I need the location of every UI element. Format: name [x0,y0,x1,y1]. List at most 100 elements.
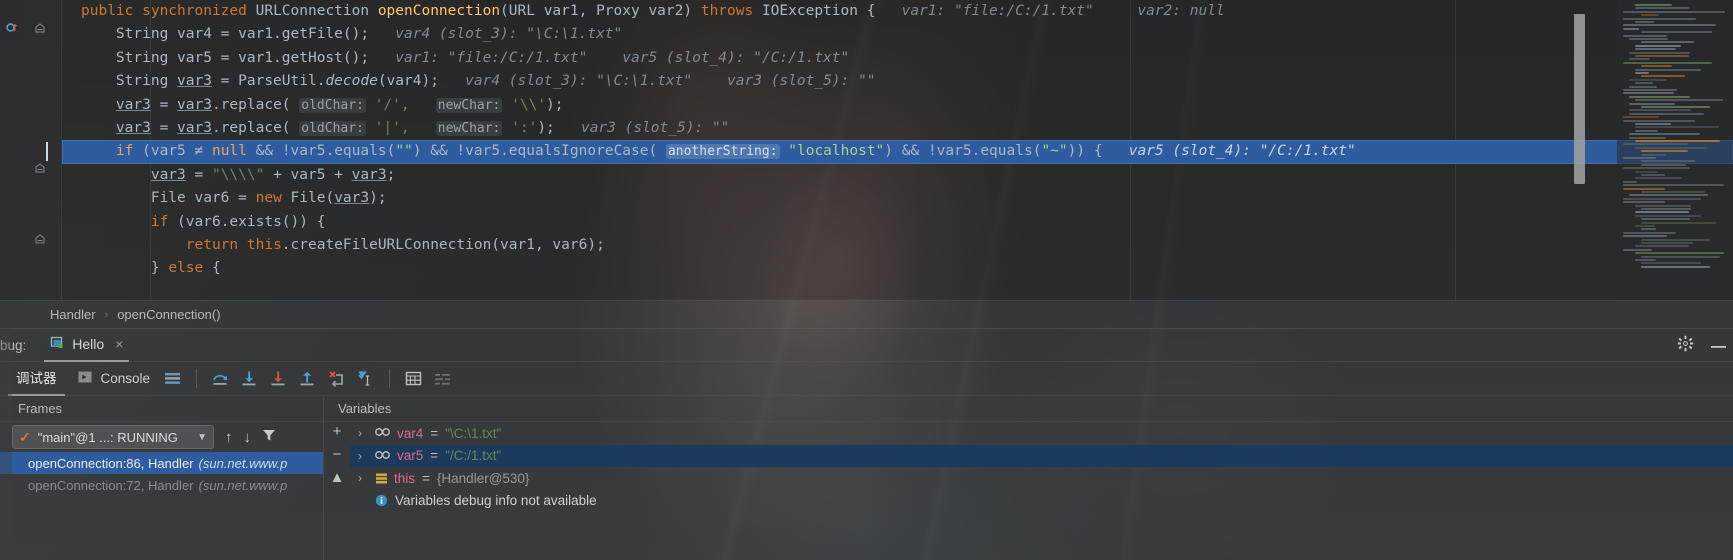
code-token: ; [386,166,396,183]
method-marker-icon[interactable] [6,22,19,35]
code-text[interactable]: public synchronized URLConnection openCo… [46,0,1733,300]
minimap-line [1635,211,1690,214]
minimap-line [1641,65,1673,68]
minus-icon[interactable]: − [333,447,342,462]
frame-package: (sun.net.www.p [198,477,288,493]
code-line[interactable]: String var4 = var1.getFile(); var4 (slot… [62,23,1733,46]
code-token: null [211,143,256,160]
frame-row[interactable]: openConnection:72, Handler (sun.net.www.p [0,474,323,496]
thread-selector[interactable]: ✓ "main"@1 ...: RUNNING ▼ [12,425,214,449]
minimap-line [1629,102,1676,105]
close-icon[interactable]: × [115,336,123,352]
code-token: String var5 = var1.getHost(); [115,49,370,66]
fold-collapse-icon[interactable] [34,163,46,175]
variables-panel: Variables + − ▲ › var4 = "\C:\1.txt" › var5 = "… [323,396,1733,560]
code-line[interactable]: File var6 = new File(var3); [62,187,1733,210]
minimap-line [1635,177,1683,180]
editor-gutter[interactable] [0,0,62,300]
arrow-down-icon[interactable]: ↓ [244,429,252,446]
layout-icon[interactable] [163,369,182,388]
frame-row[interactable]: openConnection:86, Handler (sun.net.www.p [0,452,323,474]
minimize-icon[interactable] [1710,337,1727,355]
variable-name: var4 [397,425,424,441]
variable-row[interactable]: › var4 = "\C:\1.txt" [350,422,1733,445]
variable-row[interactable]: › var5 = "/C:/1.txt" [350,444,1733,467]
chevron-down-icon[interactable]: ▼ [197,432,207,443]
frames-list[interactable]: openConnection:86, Handler (sun.net.www.p… [0,452,323,496]
breadcrumb[interactable]: Handler › openConnection() [0,300,1733,328]
gear-icon[interactable] [1677,335,1694,357]
inline-debug-hint: var5 (slot_4): "/C:/1.txt" [1102,143,1356,160]
run-to-cursor-icon[interactable] [356,369,375,388]
debug-session-tab[interactable]: Hello × [44,329,130,362]
breadcrumb-item-method[interactable]: openConnection() [117,307,220,322]
code-token: var3 [177,96,212,113]
code-token: var3 [351,166,387,183]
code-line[interactable]: String var5 = var1.getHost(); var1: "fil… [62,47,1733,70]
code-token: .replace( [211,119,300,136]
minimap-line [1635,170,1659,173]
info-icon [375,494,388,507]
editor-scrollbar-thumb[interactable] [1574,14,1585,184]
plus-icon[interactable]: + [333,424,342,439]
code-editor[interactable]: public synchronized URLConnection openCo… [0,0,1733,300]
chevron-right-icon[interactable]: › [358,426,368,440]
editor-minimap[interactable] [1617,0,1733,300]
step-into-icon[interactable] [240,369,259,388]
code-line[interactable]: public synchronized URLConnection openCo… [62,0,1733,23]
code-line[interactable]: } else { [62,257,1733,280]
minimap-line [1623,92,1675,95]
minimap-line [1623,231,1676,234]
code-line[interactable]: var3 = var3.replace( oldChar: '|', newCh… [62,117,1733,140]
filter-icon[interactable] [262,428,276,446]
variable-row[interactable]: › this = {Handler@530} [350,467,1733,490]
code-line[interactable]: String var3 = ParseUtil.decode(var4); va… [62,70,1733,93]
minimap-line [1629,136,1666,139]
minimap-line [1635,21,1654,23]
minimap-line [1629,133,1700,136]
variable-row[interactable]: Variables debug info not available [350,490,1733,513]
drop-frame-icon[interactable] [327,369,346,388]
code-line[interactable]: if (var6.exists()) { [62,211,1733,234]
chevron-right-icon[interactable]: › [358,449,368,463]
minimap-line [1623,235,1668,238]
minimap-line [1629,194,1709,197]
step-out-icon[interactable] [298,369,317,388]
debug-window-header: bug: Hello × [0,329,1733,362]
force-step-into-icon[interactable] [269,369,288,388]
minimap-line [1623,248,1652,251]
tab-console[interactable]: Console [75,370,154,388]
debug-tool-window: bug: Hello × 调试器 Console Frames ✓ "main"… [0,328,1733,560]
code-token: } [150,260,169,277]
minimap-line [1635,225,1656,227]
code-line[interactable]: return this.createFileURLConnection(var1… [62,234,1733,257]
fold-collapse-icon[interactable] [34,23,46,35]
frame-package: (sun.net.www.p [198,455,288,471]
code-token: var3 [115,96,151,113]
chevron-right-icon[interactable]: › [358,471,368,485]
code-line[interactable]: var3 = "\\\\" + var5 + var3; [62,164,1733,187]
variables-message: Variables debug info not available [395,493,597,509]
inline-debug-hint: var1: "file:/C:/1.txt" [875,3,1094,19]
settings-list-icon[interactable] [433,369,452,388]
fold-collapse-icon[interactable] [34,234,46,246]
code-line-current[interactable]: if (var5 ≠ null && !var5.equals("") && !… [46,140,1733,164]
code-line[interactable]: var3 = var3.replace( oldChar: '/', newCh… [62,94,1733,117]
evaluate-expression-icon[interactable] [404,369,423,388]
code-token: var3 [177,119,212,136]
variables-list[interactable]: › var4 = "\C:\1.txt" › var5 = "/C:/1.txt" › this =… [350,422,1733,560]
tab-debugger[interactable]: 调试器 [8,361,65,396]
step-over-icon[interactable] [211,369,230,388]
breadcrumb-item-class[interactable]: Handler [50,307,96,322]
code-token: var3 [334,190,370,207]
arrow-up-icon[interactable]: ↑ [225,429,233,446]
minimap-line [1635,140,1720,142]
minimap-line [1623,10,1725,13]
code-token: '/', [365,96,410,113]
collapse-up-icon[interactable]: ▲ [330,470,345,485]
thread-label: "main"@1 ...: RUNNING [37,429,178,445]
